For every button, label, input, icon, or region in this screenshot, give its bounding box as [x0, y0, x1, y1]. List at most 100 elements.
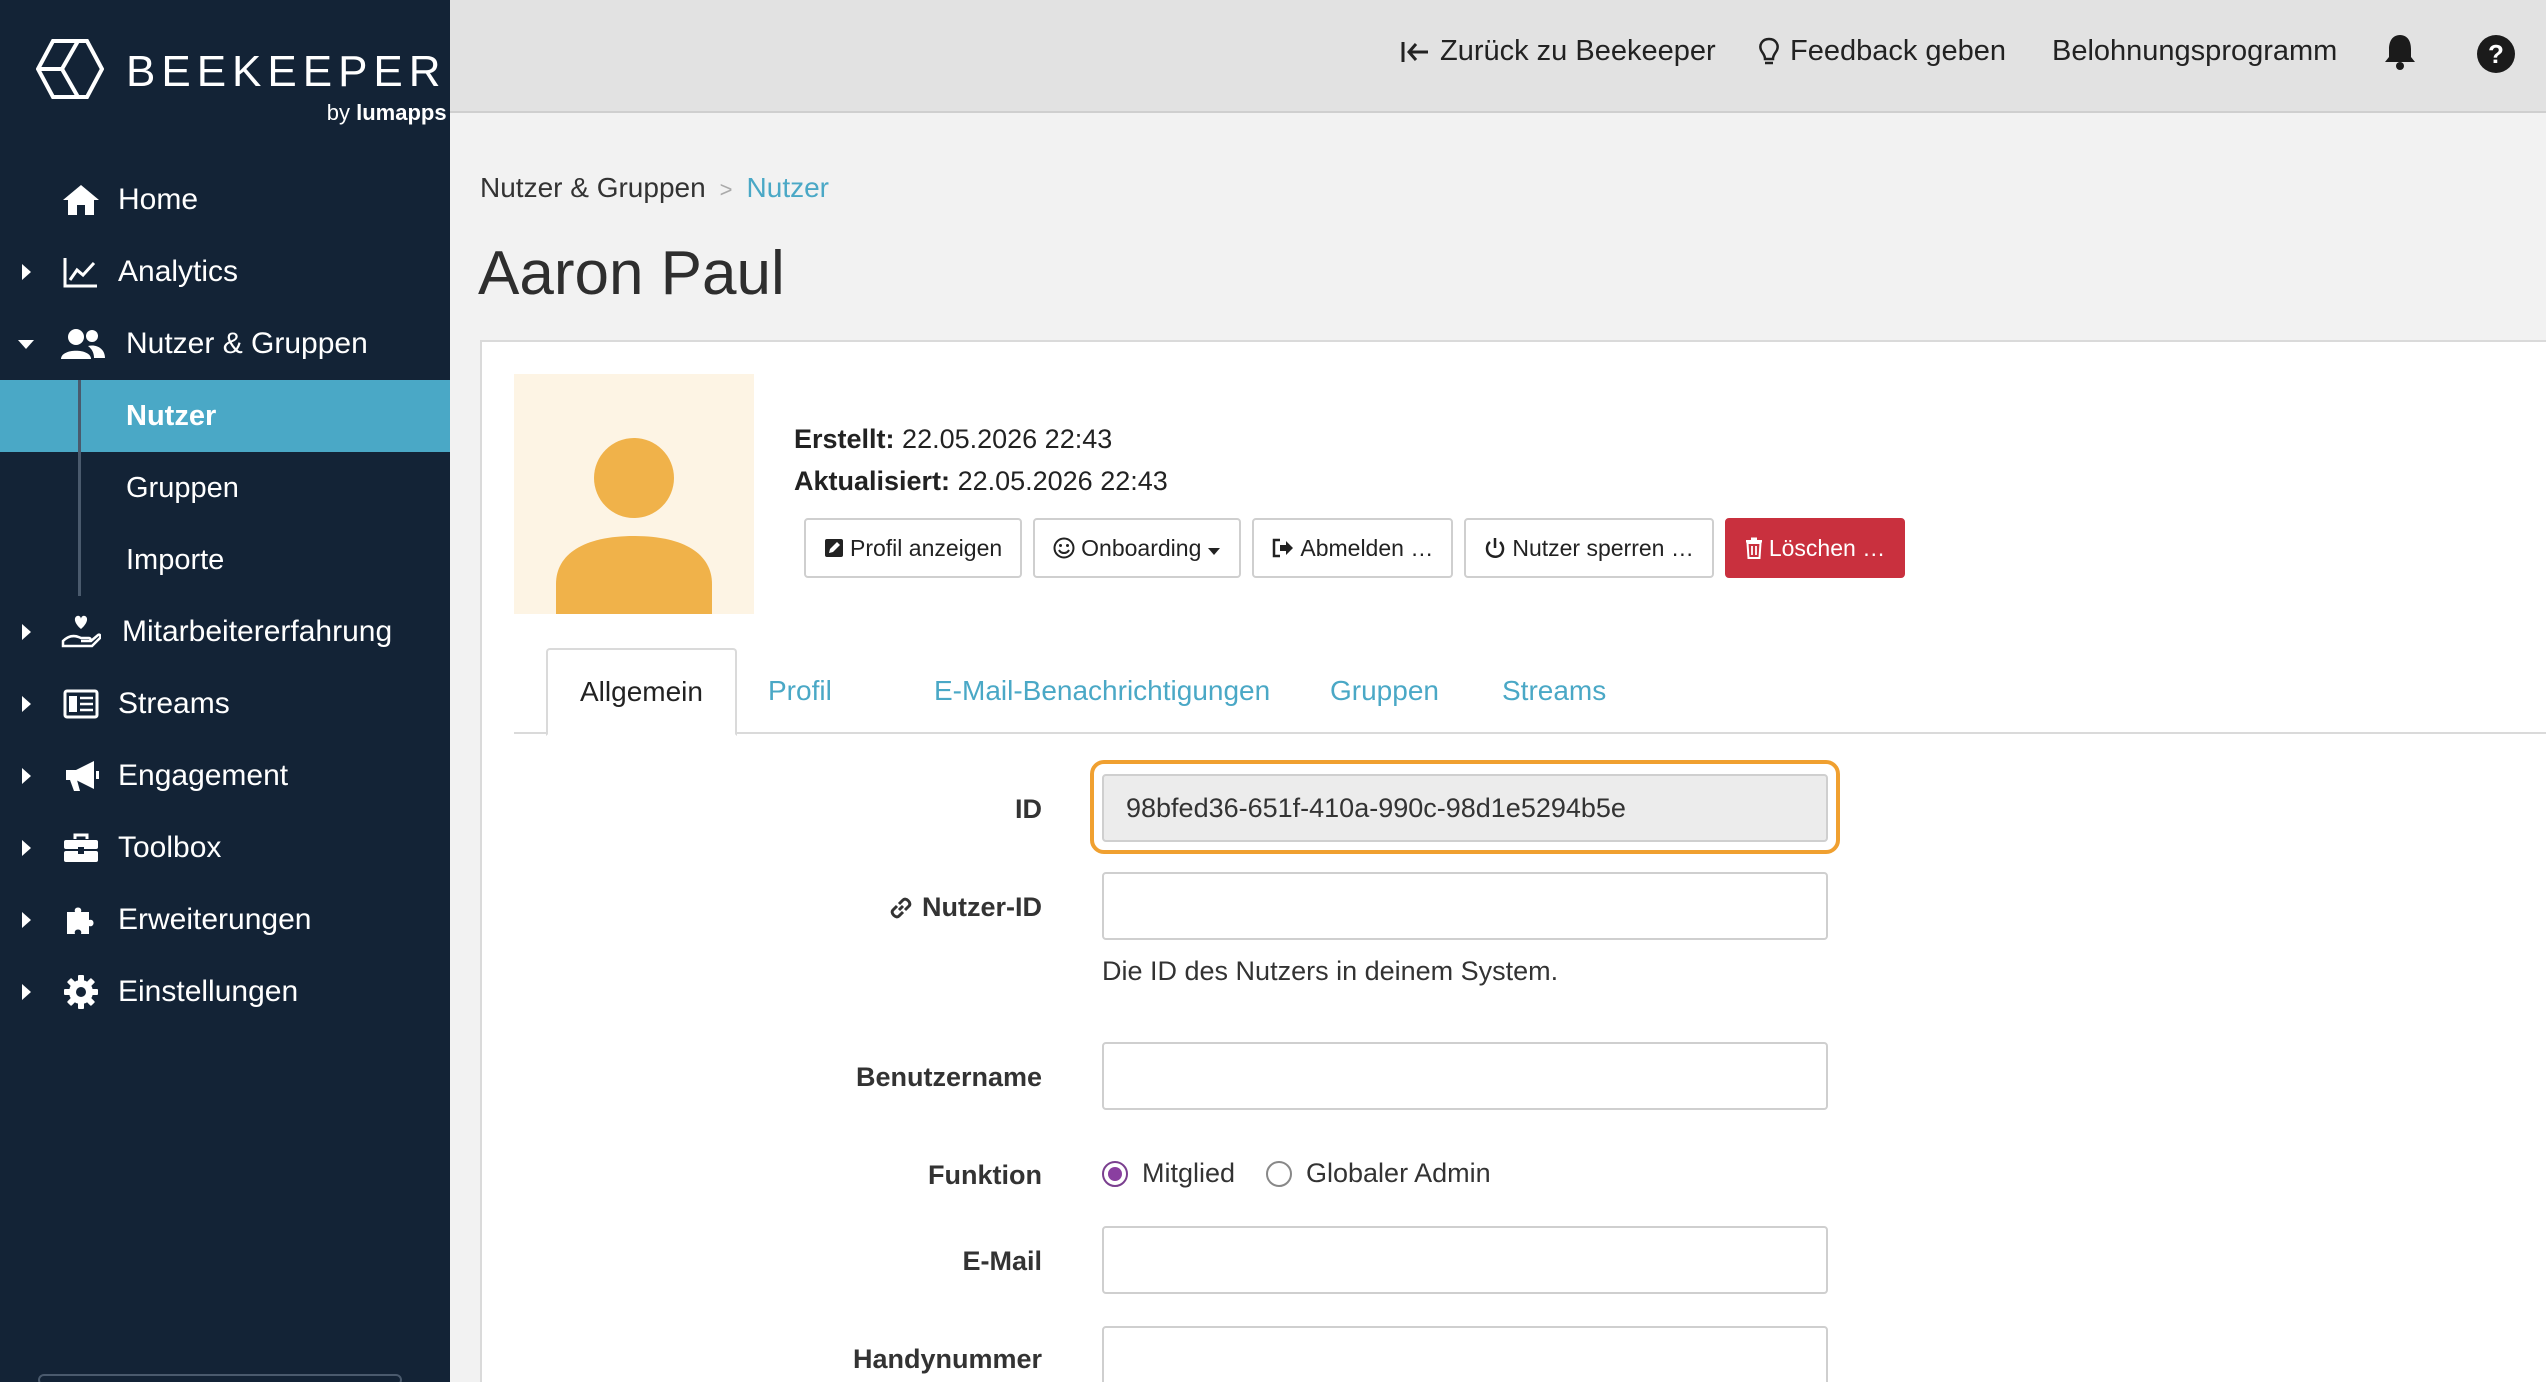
- role-label: Funktion: [928, 1160, 1042, 1190]
- users-groups-submenu: Nutzer Gruppen Importe: [0, 380, 450, 596]
- sidebar-item-label: Nutzer & Gruppen: [126, 327, 368, 360]
- sidebar-item-label: Mitarbeitererfahrung: [122, 615, 393, 648]
- power-icon: [1484, 537, 1506, 559]
- link-icon: [888, 895, 914, 921]
- arrow-left-bar-icon: [1400, 39, 1430, 65]
- user-id-hint: Die ID des Nutzers in deinem System.: [1102, 956, 1559, 986]
- tab-email-notifications[interactable]: E-Mail-Benachrichtigungen: [934, 648, 1270, 734]
- toolbox-icon: [58, 828, 104, 868]
- user-meta: Erstellt: 22.05.2026 22:43 Aktualisiert:…: [794, 418, 1168, 502]
- role-member-radio[interactable]: Mitglied: [1102, 1158, 1235, 1189]
- sign-out-icon: [1272, 538, 1294, 558]
- bell-icon[interactable]: [2382, 32, 2418, 72]
- breadcrumb-current[interactable]: Nutzer: [747, 172, 829, 203]
- sidebar-item-analytics[interactable]: Analytics: [0, 236, 450, 308]
- onboarding-label: Onboarding: [1081, 534, 1202, 561]
- back-to-beekeeper-link[interactable]: Zurück zu Beekeeper: [1400, 35, 1716, 68]
- radio-empty-icon: [1266, 1160, 1292, 1187]
- caret-right-icon: [16, 838, 36, 858]
- breadcrumb-separator: >: [719, 177, 733, 202]
- sidebar-item-groups[interactable]: Gruppen: [0, 452, 450, 524]
- brand-name: BEEKEEPER: [126, 47, 447, 96]
- caret-right-icon: [16, 622, 36, 642]
- id-label: ID: [1015, 794, 1042, 824]
- users-icon: [60, 324, 106, 364]
- brand-by: by: [326, 100, 350, 125]
- sidebar-item-users-groups[interactable]: Nutzer & Gruppen: [0, 308, 450, 380]
- feedback-link[interactable]: Feedback geben: [1758, 35, 2006, 68]
- created-value: 22.05.2026 22:43: [902, 424, 1113, 454]
- user-id-field[interactable]: [1102, 872, 1828, 940]
- sidebar-item-label: Einstellungen: [118, 975, 299, 1008]
- trash-icon: [1745, 537, 1763, 559]
- email-label: E-Mail: [962, 1246, 1042, 1276]
- svg-text:?: ?: [2488, 39, 2504, 69]
- sidebar-item-home[interactable]: Home: [0, 164, 450, 236]
- lock-user-button[interactable]: Nutzer sperren …: [1464, 518, 1714, 578]
- sidebar-item-toolbox[interactable]: Toolbox: [0, 812, 450, 884]
- hexagon-logo-icon: [35, 38, 105, 105]
- gear-icon: [58, 972, 104, 1012]
- phone-field[interactable]: [1102, 1326, 1828, 1382]
- caret-right-icon: [16, 262, 36, 282]
- updated-value: 22.05.2026 22:43: [957, 466, 1168, 496]
- sidebar: BEEKEEPER by lumapps Home Analytics Nutz…: [0, 0, 450, 1382]
- logout-button[interactable]: Abmelden …: [1252, 518, 1454, 578]
- streams-icon: [58, 684, 104, 724]
- caret-right-icon: [16, 910, 36, 930]
- beekeeper-logo[interactable]: BEEKEEPER by lumapps: [35, 38, 447, 126]
- brand-partner: lumapps: [356, 100, 447, 125]
- topbar: Zurück zu Beekeeper Feedback geben Beloh…: [450, 0, 2546, 113]
- tab-profile[interactable]: Profil: [768, 648, 832, 734]
- sidebar-nav: Home Analytics Nutzer & Gruppen Nutzer G…: [0, 164, 450, 1028]
- tab-streams[interactable]: Streams: [1502, 648, 1606, 734]
- page-title: Aaron Paul: [478, 239, 785, 308]
- sidebar-item-extensions[interactable]: Erweiterungen: [0, 884, 450, 956]
- breadcrumb-parent[interactable]: Nutzer & Gruppen: [480, 172, 706, 203]
- sidebar-item-engagement[interactable]: Engagement: [0, 740, 450, 812]
- lightbulb-icon: [1758, 37, 1780, 67]
- sidebar-bottom-panel[interactable]: [38, 1374, 402, 1382]
- tab-general[interactable]: Allgemein: [546, 648, 737, 736]
- email-field[interactable]: [1102, 1226, 1828, 1294]
- sidebar-item-label: Engagement: [118, 759, 289, 792]
- created-label: Erstellt:: [794, 424, 895, 454]
- delete-user-button[interactable]: Löschen …: [1724, 518, 1906, 578]
- onboarding-dropdown-button[interactable]: Onboarding: [1033, 518, 1242, 578]
- view-profile-button[interactable]: Profil anzeigen: [804, 518, 1023, 578]
- sidebar-item-settings[interactable]: Einstellungen: [0, 956, 450, 1028]
- sidebar-item-employee-experience[interactable]: Mitarbeitererfahrung: [0, 596, 450, 668]
- role-global-admin-radio[interactable]: Globaler Admin: [1266, 1158, 1491, 1189]
- hand-heart-icon: [58, 612, 104, 652]
- user-id-label: Nutzer-ID: [922, 892, 1042, 922]
- puzzle-icon: [58, 900, 104, 940]
- id-field[interactable]: [1102, 774, 1828, 842]
- rewards-program-link[interactable]: Belohnungsprogramm: [2052, 35, 2337, 68]
- sidebar-item-streams[interactable]: Streams: [0, 668, 450, 740]
- help-icon[interactable]: ?: [2476, 34, 2516, 74]
- caret-down-icon: [16, 334, 36, 354]
- user-detail-card: Erstellt: 22.05.2026 22:43 Aktualisiert:…: [480, 340, 2546, 1382]
- sidebar-item-label: Toolbox: [118, 831, 222, 864]
- view-profile-label: Profil anzeigen: [850, 534, 1003, 561]
- username-field[interactable]: [1102, 1042, 1828, 1110]
- home-icon: [58, 180, 104, 220]
- feedback-label: Feedback geben: [1790, 35, 2007, 67]
- role-member-label: Mitglied: [1142, 1158, 1236, 1188]
- sidebar-item-imports[interactable]: Importe: [0, 524, 450, 596]
- sidebar-item-label: Analytics: [118, 255, 239, 288]
- delete-label: Löschen …: [1768, 534, 1886, 561]
- logout-label: Abmelden …: [1300, 534, 1434, 561]
- sidebar-item-label: Home: [118, 183, 199, 216]
- tab-groups[interactable]: Gruppen: [1330, 648, 1439, 734]
- avatar: [514, 374, 754, 614]
- megaphone-icon: [58, 756, 104, 796]
- caret-down-icon: [1207, 535, 1221, 562]
- username-label: Benutzername: [855, 1062, 1042, 1092]
- smile-icon: [1053, 537, 1075, 559]
- sidebar-item-users[interactable]: Nutzer: [0, 380, 450, 452]
- sidebar-item-label: Streams: [118, 687, 230, 720]
- breadcrumb: Nutzer & Gruppen > Nutzer: [480, 172, 829, 204]
- phone-label: Handynummer: [852, 1344, 1042, 1374]
- caret-right-icon: [16, 694, 36, 714]
